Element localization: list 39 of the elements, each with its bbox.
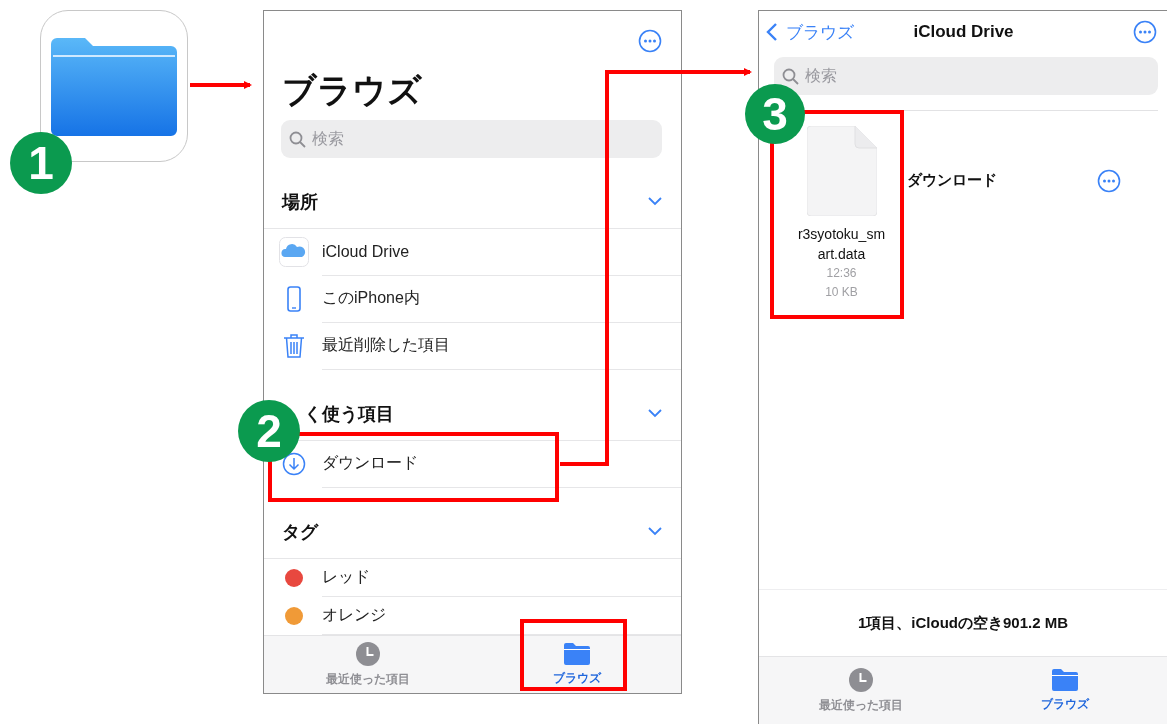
screen-title: ブラウズ <box>282 69 423 110</box>
folder-icon <box>562 641 591 666</box>
phone-icon <box>287 286 301 313</box>
folder-icon <box>1051 668 1079 692</box>
list-item[interactable]: このiPhone内 <box>264 275 681 323</box>
chevron-icon[interactable] <box>648 197 662 207</box>
tab-item[interactable]: ブラウズ <box>472 635 681 693</box>
storage-status: 1項目、iCloudの空き901.2 MB <box>858 613 1068 633</box>
more-icon[interactable] <box>638 29 662 53</box>
more-icon[interactable] <box>1097 169 1121 193</box>
clock-icon <box>355 640 382 667</box>
list-item[interactable]: レッド <box>264 558 681 597</box>
connector-arrow <box>190 81 252 89</box>
list-item[interactable]: iCloud Drive <box>264 228 681 276</box>
section-title: タグ <box>282 520 318 544</box>
folder-name: ダウンロード <box>907 171 997 190</box>
step-badge: 2 <box>238 400 300 462</box>
search-icon <box>289 130 306 148</box>
list-item[interactable]: 最近削除した項目 <box>264 322 681 370</box>
back-button[interactable]: ブラウズ <box>766 20 854 44</box>
back-chevron-icon <box>766 22 778 42</box>
tab-item[interactable]: ブラウズ <box>963 657 1167 724</box>
search-field[interactable]: 検索 <box>774 57 1158 95</box>
trash-icon <box>283 333 305 360</box>
chevron-icon[interactable] <box>648 409 662 419</box>
search-icon <box>782 68 799 85</box>
cloud-icon <box>279 237 309 268</box>
section-title: く使う項目 <box>304 402 394 426</box>
more-icon[interactable] <box>1133 20 1157 44</box>
step-badge: 1 <box>10 132 72 194</box>
download-icon <box>282 452 306 477</box>
document-icon <box>806 126 877 216</box>
section-title: 場所 <box>282 190 318 214</box>
clock-icon <box>848 667 874 693</box>
folder-icon <box>51 36 177 136</box>
chevron-icon[interactable] <box>648 527 662 537</box>
step-badge: 3 <box>745 84 805 144</box>
search-field[interactable]: 検索 <box>281 119 662 158</box>
screen-title: iCloud Drive <box>912 22 1015 42</box>
